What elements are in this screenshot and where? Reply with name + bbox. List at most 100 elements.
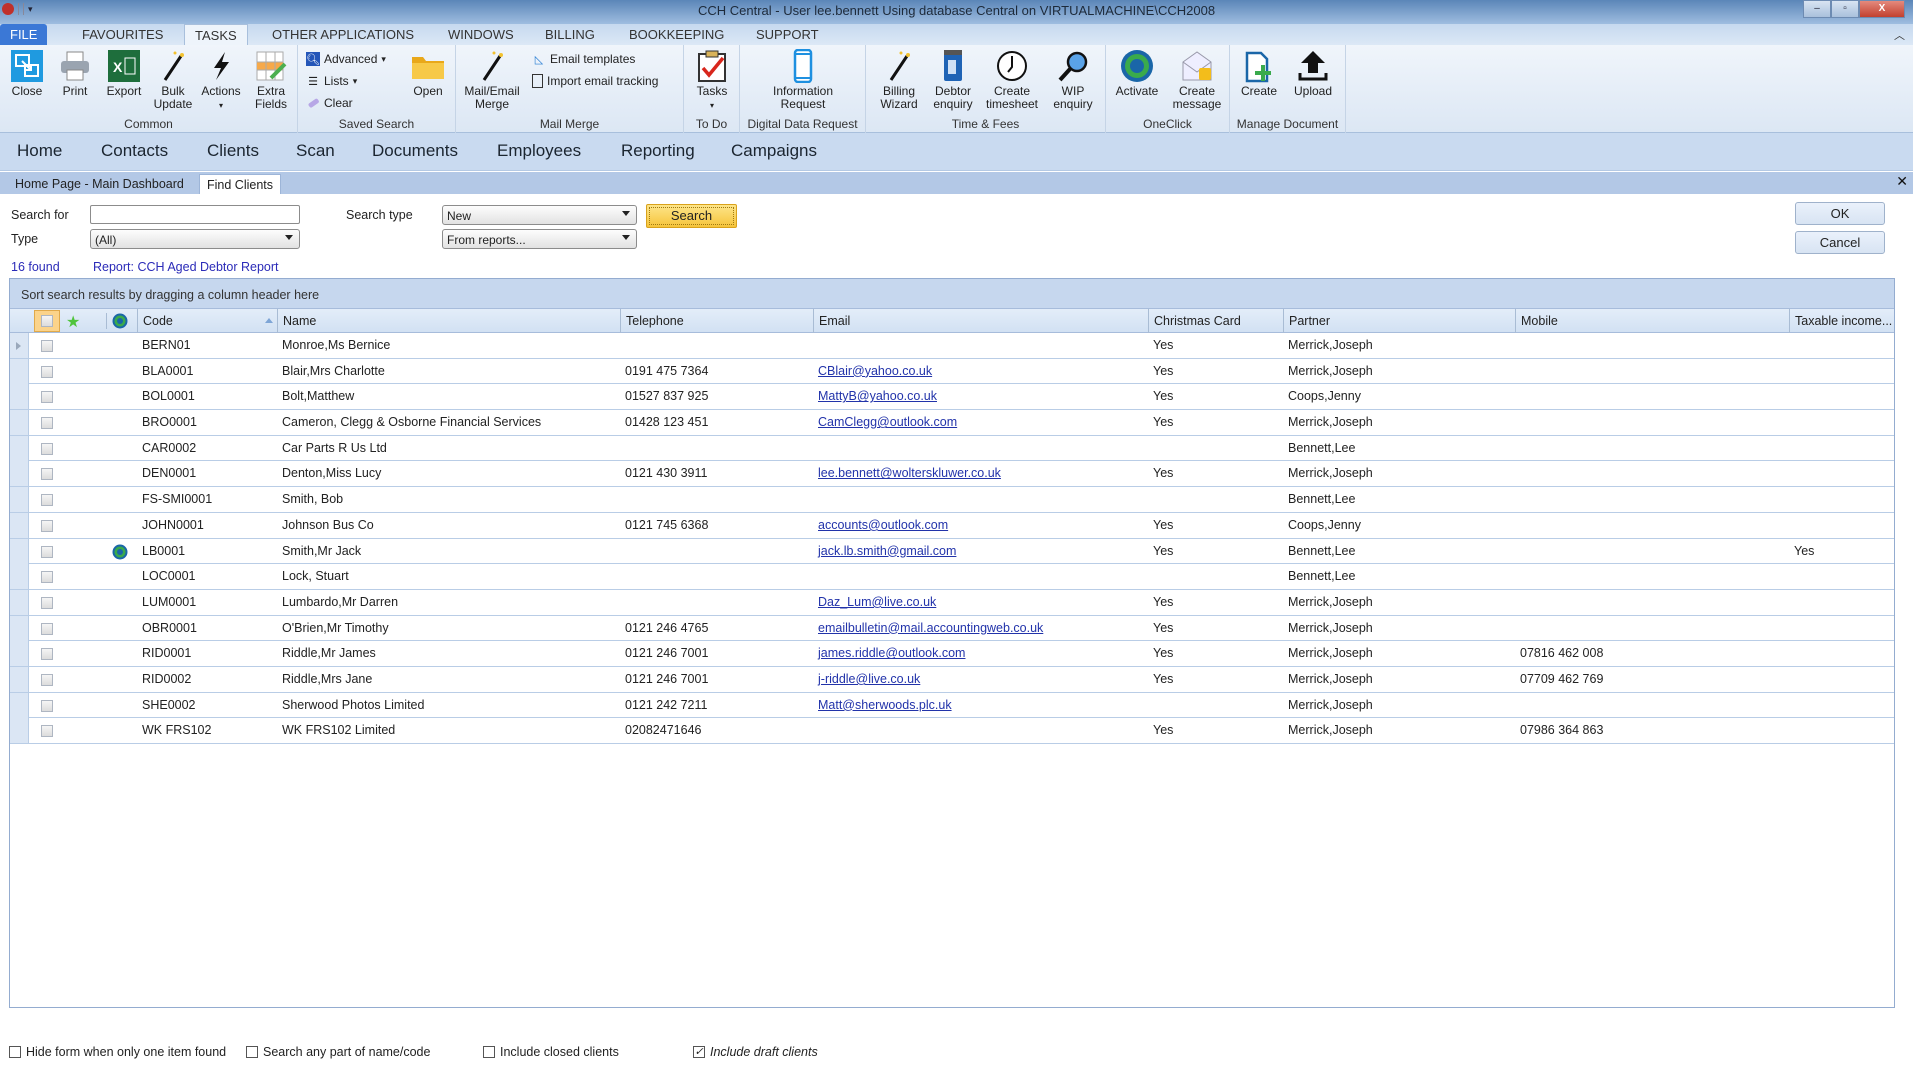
option-hide-form[interactable]: Hide form when only one item found <box>9 1045 226 1059</box>
email-link[interactable]: lee.bennett@wolterskluwer.co.uk <box>818 466 1001 480</box>
close-window-button[interactable]: X <box>1859 0 1905 18</box>
extra-fields-button[interactable]: Extra Fields <box>250 49 292 111</box>
table-row[interactable]: DEN0001 Denton,Miss Lucy 0121 430 3911 lee.… <box>10 461 1894 488</box>
table-row[interactable]: WK FRS102 WK FRS102 Limited 02082471646 Yes… <box>10 718 1894 744</box>
favourite-star-icon[interactable]: ★ <box>66 312 80 332</box>
debtor-enquiry-button[interactable]: Debtor enquiry <box>928 49 978 111</box>
ok-button[interactable]: OK <box>1795 202 1885 225</box>
checkbox[interactable] <box>483 1046 495 1058</box>
checkbox-checked[interactable]: ✓ <box>693 1046 705 1058</box>
tab-billing[interactable]: BILLING <box>535 24 605 45</box>
bulk-update-button[interactable]: Bulk Update <box>152 49 194 111</box>
table-row[interactable]: BLA0001 Blair,Mrs Charlotte 0191 475 7364 C… <box>10 358 1894 385</box>
oneclick-icon[interactable] <box>112 313 128 332</box>
create-timesheet-button[interactable]: Create timesheet <box>980 49 1044 111</box>
table-row[interactable]: SHE0002 Sherwood Photos Limited 0121 242 7… <box>10 692 1894 719</box>
row-checkbox[interactable] <box>41 519 53 532</box>
row-checkbox[interactable] <box>41 622 53 635</box>
search-type-select[interactable]: New <box>442 205 637 225</box>
option-include-closed[interactable]: Include closed clients <box>483 1045 619 1059</box>
row-indicator[interactable] <box>10 461 29 487</box>
nav-employees[interactable]: Employees <box>497 141 581 161</box>
create-document-button[interactable]: Create <box>1234 49 1284 98</box>
row-indicator[interactable] <box>10 512 29 538</box>
minimize-button[interactable]: – <box>1803 0 1831 18</box>
group-by-panel[interactable]: Sort search results by dragging a column… <box>10 279 1894 309</box>
table-row[interactable]: JOHN0001 Johnson Bus Co 0121 745 6368 accou… <box>10 512 1894 539</box>
row-indicator[interactable] <box>10 666 29 692</box>
cancel-button[interactable]: Cancel <box>1795 231 1885 254</box>
row-indicator[interactable] <box>10 435 29 461</box>
table-row[interactable]: RID0001 Riddle,Mr James 0121 246 7001 james… <box>10 641 1894 667</box>
select-all-checkbox[interactable] <box>34 310 60 332</box>
column-header-name[interactable]: Name <box>277 309 620 333</box>
row-checkbox[interactable] <box>41 725 53 738</box>
close-button[interactable]: Close <box>6 49 48 98</box>
email-link[interactable]: Matt@sherwoods.plc.uk <box>818 698 952 712</box>
column-header-telephone[interactable]: Telephone <box>620 309 813 333</box>
table-row[interactable]: BRO0001 Cameron, Clegg & Osborne Financia… <box>10 410 1894 436</box>
upload-button[interactable]: Upload <box>1288 49 1338 98</box>
tasks-button[interactable]: Tasks ▾ <box>690 49 734 112</box>
row-checkbox[interactable] <box>41 365 53 378</box>
option-search-any-part[interactable]: Search any part of name/code <box>246 1045 430 1059</box>
row-indicator[interactable] <box>10 641 29 667</box>
close-tab-icon[interactable]: ✕ <box>1896 173 1908 190</box>
row-checkbox[interactable] <box>41 648 53 661</box>
column-header-code[interactable]: Code <box>137 309 277 333</box>
billing-wizard-button[interactable]: Billing Wizard <box>874 49 924 111</box>
row-checkbox[interactable] <box>41 571 53 584</box>
row-checkbox[interactable] <box>41 417 53 430</box>
table-row[interactable]: CAR0002 Car Parts R Us Ltd Bennett,Lee <box>10 435 1894 462</box>
print-button[interactable]: Print <box>54 49 96 98</box>
type-select[interactable]: (All) <box>90 229 300 249</box>
email-link[interactable]: j-riddle@live.co.uk <box>818 672 920 686</box>
row-checkbox[interactable] <box>41 468 53 481</box>
email-link[interactable]: CBlair@yahoo.co.uk <box>818 364 932 378</box>
row-indicator[interactable] <box>10 692 29 718</box>
import-email-tracking-button[interactable]: Import email tracking <box>532 72 658 90</box>
email-link[interactable]: emailbulletin@mail.accountingweb.co.uk <box>818 621 1043 635</box>
email-link[interactable]: james.riddle@outlook.com <box>818 646 965 660</box>
table-row[interactable]: LUM0001 Lumbardo,Mr Darren Daz_Lum@live.co… <box>10 589 1894 616</box>
nav-scan[interactable]: Scan <box>296 141 335 161</box>
tab-file[interactable]: FILE <box>0 24 48 45</box>
table-row[interactable]: FS-SMI0001 Smith, Bob Bennett,Lee <box>10 487 1894 513</box>
mail-email-merge-button[interactable]: Mail/Email Merge <box>462 49 522 111</box>
activate-button[interactable]: Activate <box>1110 49 1164 98</box>
row-checkbox[interactable] <box>41 340 53 352</box>
checkbox[interactable] <box>246 1046 258 1058</box>
table-row[interactable]: OBR0001 O'Brien,Mr Timothy 0121 246 4765 em… <box>10 615 1894 642</box>
row-checkbox[interactable] <box>41 442 53 455</box>
email-templates-button[interactable]: ◺ Email templates <box>532 50 636 68</box>
report-link[interactable]: Report: CCH Aged Debtor Report <box>93 260 279 274</box>
nav-documents[interactable]: Documents <box>372 141 458 161</box>
row-indicator[interactable] <box>10 615 29 641</box>
row-checkbox[interactable] <box>41 699 53 712</box>
table-row[interactable]: LOC0001 Lock, Stuart Bennett,Lee <box>10 564 1894 590</box>
row-indicator[interactable] <box>10 358 29 384</box>
row-indicator[interactable] <box>10 333 29 358</box>
export-button[interactable]: X Export <box>100 49 148 98</box>
email-link[interactable]: jack.lb.smith@gmail.com <box>818 544 956 558</box>
create-message-button[interactable]: Create message <box>1168 49 1226 111</box>
tab-windows[interactable]: WINDOWS <box>438 24 524 45</box>
column-header-mobile[interactable]: Mobile <box>1515 309 1789 333</box>
clear-button[interactable]: Clear <box>306 94 353 112</box>
advanced-button[interactable]: 🔍︎ Advanced ▾ <box>306 50 386 68</box>
tab-bookkeeping[interactable]: BOOKKEEPING <box>619 24 734 45</box>
nav-clients[interactable]: Clients <box>207 141 259 161</box>
tab-home-page-main-dashboard[interactable]: Home Page - Main Dashboard <box>8 174 191 194</box>
table-row[interactable]: RID0002 Riddle,Mrs Jane 0121 246 7001 j-rid… <box>10 666 1894 693</box>
table-row[interactable]: BOL0001 Bolt,Matthew 01527 837 925 MattyB@y… <box>10 384 1894 411</box>
column-header-email[interactable]: Email <box>813 309 1148 333</box>
row-checkbox[interactable] <box>41 673 53 686</box>
tab-tasks[interactable]: TASKS <box>184 24 248 45</box>
row-checkbox[interactable] <box>41 494 53 507</box>
column-header-partner[interactable]: Partner <box>1283 309 1515 333</box>
tab-other-applications[interactable]: OTHER APPLICATIONS <box>262 24 424 45</box>
lists-button[interactable]: ☰ Lists ▾ <box>306 72 357 90</box>
email-link[interactable]: accounts@outlook.com <box>818 518 948 532</box>
column-header-christmas-card[interactable]: Christmas Card <box>1148 309 1283 333</box>
tab-support[interactable]: SUPPORT <box>746 24 829 45</box>
